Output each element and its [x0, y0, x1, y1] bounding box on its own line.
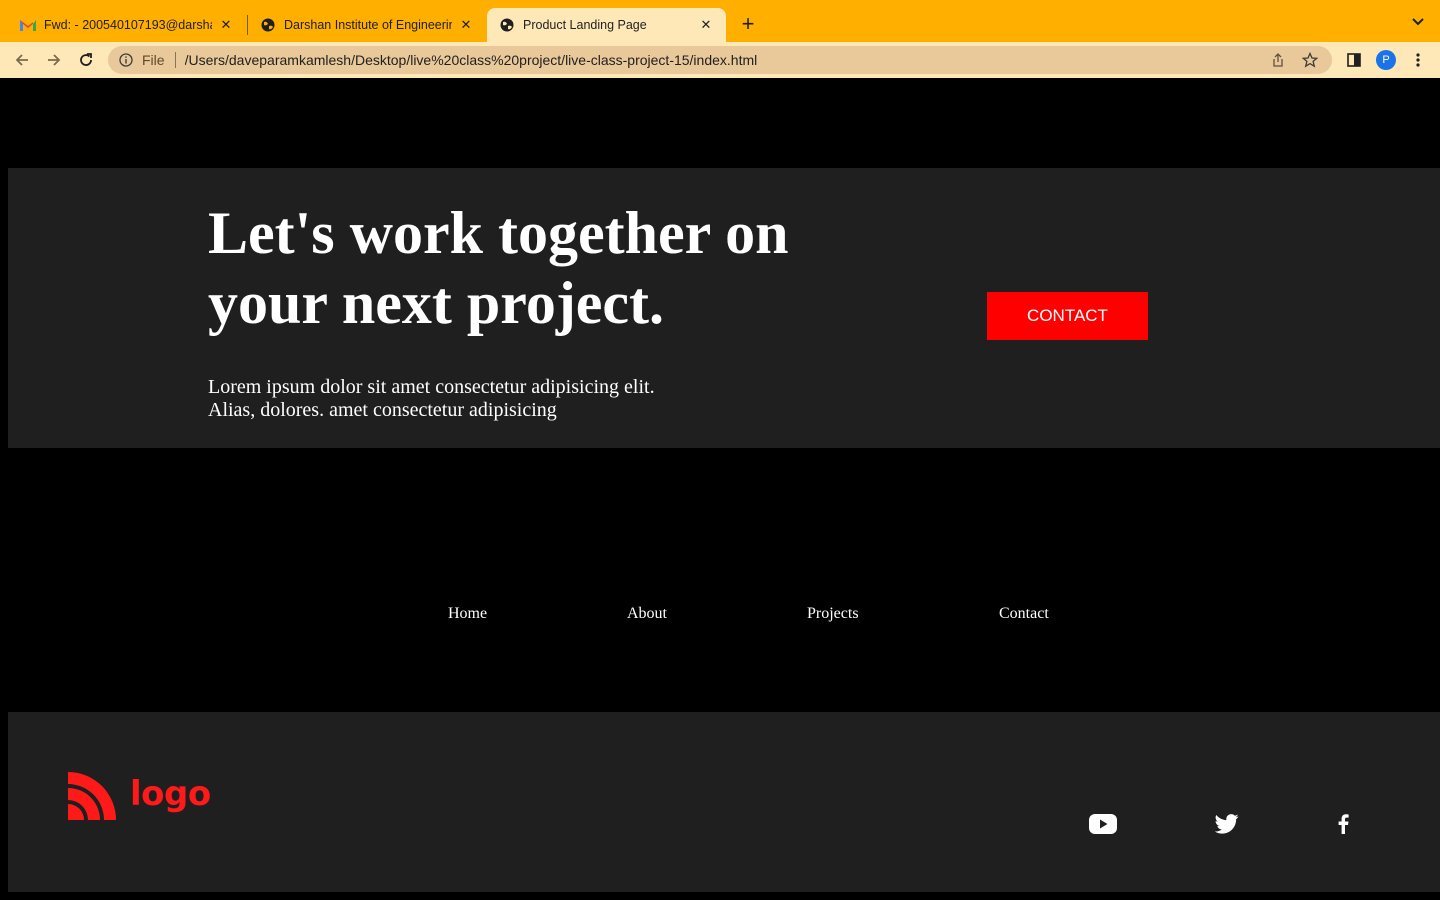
chevron-down-icon[interactable] — [1410, 14, 1426, 30]
globe-icon — [260, 17, 276, 33]
footer-nav: Home About Projects Contact — [0, 605, 1440, 629]
address-bar[interactable]: File /Users/daveparamkamlesh/Desktop/liv… — [108, 46, 1332, 74]
arrow-left-icon — [15, 54, 28, 66]
cta-description-line: Lorem ipsum dolor sit amet consectetur a… — [208, 376, 655, 398]
cta-description: Lorem ipsum dolor sit amet consectetur a… — [208, 376, 728, 422]
tab-product-landing[interactable]: Product Landing Page ✕ — [487, 8, 726, 42]
tab-darshan[interactable]: Darshan Institute of Engineering ✕ — [248, 8, 486, 42]
logo-text: logo — [130, 774, 211, 814]
info-icon[interactable] — [118, 52, 134, 68]
reload-button[interactable] — [74, 48, 98, 72]
browser-toolbar: File /Users/daveparamkamlesh/Desktop/liv… — [0, 42, 1440, 78]
side-panel-icon[interactable] — [1344, 50, 1364, 70]
gmail-icon — [20, 17, 36, 33]
tab-title: Fwd: - 200540107193@darshan.ac.in — [44, 18, 212, 32]
contact-button[interactable]: CONTACT — [987, 292, 1148, 340]
footer: logo — [8, 712, 1440, 892]
url-text[interactable]: /Users/daveparamkamlesh/Desktop/live%20c… — [185, 52, 1268, 68]
kebab-menu-icon[interactable] — [1408, 50, 1428, 70]
bookmark-star-icon[interactable] — [1300, 50, 1320, 70]
close-icon[interactable]: ✕ — [458, 17, 474, 33]
browser-tab-bar: Fwd: - 200540107193@darshan.ac.in ✕ Dars… — [0, 0, 1440, 42]
logo[interactable]: logo — [68, 772, 211, 820]
nav-link-projects[interactable]: Projects — [807, 605, 859, 623]
new-tab-button[interactable]: + — [736, 11, 760, 36]
avatar: P — [1376, 50, 1396, 70]
forward-button[interactable] — [42, 48, 66, 72]
logo-mark-icon — [68, 772, 116, 820]
youtube-icon[interactable] — [1088, 812, 1118, 836]
globe-icon — [499, 17, 515, 33]
close-icon[interactable]: ✕ — [218, 17, 234, 33]
share-icon[interactable] — [1268, 50, 1288, 70]
address-divider — [174, 52, 176, 68]
cta-section: Let's work together on your next project… — [8, 168, 1440, 448]
scheme-label: File — [142, 52, 165, 68]
cta-description-line: Alias, dolores. amet consectetur adipisi… — [208, 399, 557, 421]
tab-title: Darshan Institute of Engineering — [284, 18, 452, 32]
reload-icon — [80, 53, 92, 66]
nav-link-home[interactable]: Home — [448, 605, 487, 623]
tab-gmail[interactable]: Fwd: - 200540107193@darshan.ac.in ✕ — [8, 8, 246, 42]
facebook-icon[interactable] — [1328, 812, 1358, 836]
close-icon[interactable]: ✕ — [698, 17, 714, 33]
nav-link-contact[interactable]: Contact — [999, 605, 1049, 623]
cta-heading: Let's work together on your next project… — [208, 200, 789, 336]
twitter-icon[interactable] — [1212, 812, 1242, 836]
back-button[interactable] — [10, 48, 34, 72]
profile-avatar[interactable]: P — [1376, 50, 1396, 70]
nav-link-about[interactable]: About — [627, 605, 667, 623]
tab-title: Product Landing Page — [523, 18, 647, 32]
arrow-right-icon — [48, 54, 61, 66]
